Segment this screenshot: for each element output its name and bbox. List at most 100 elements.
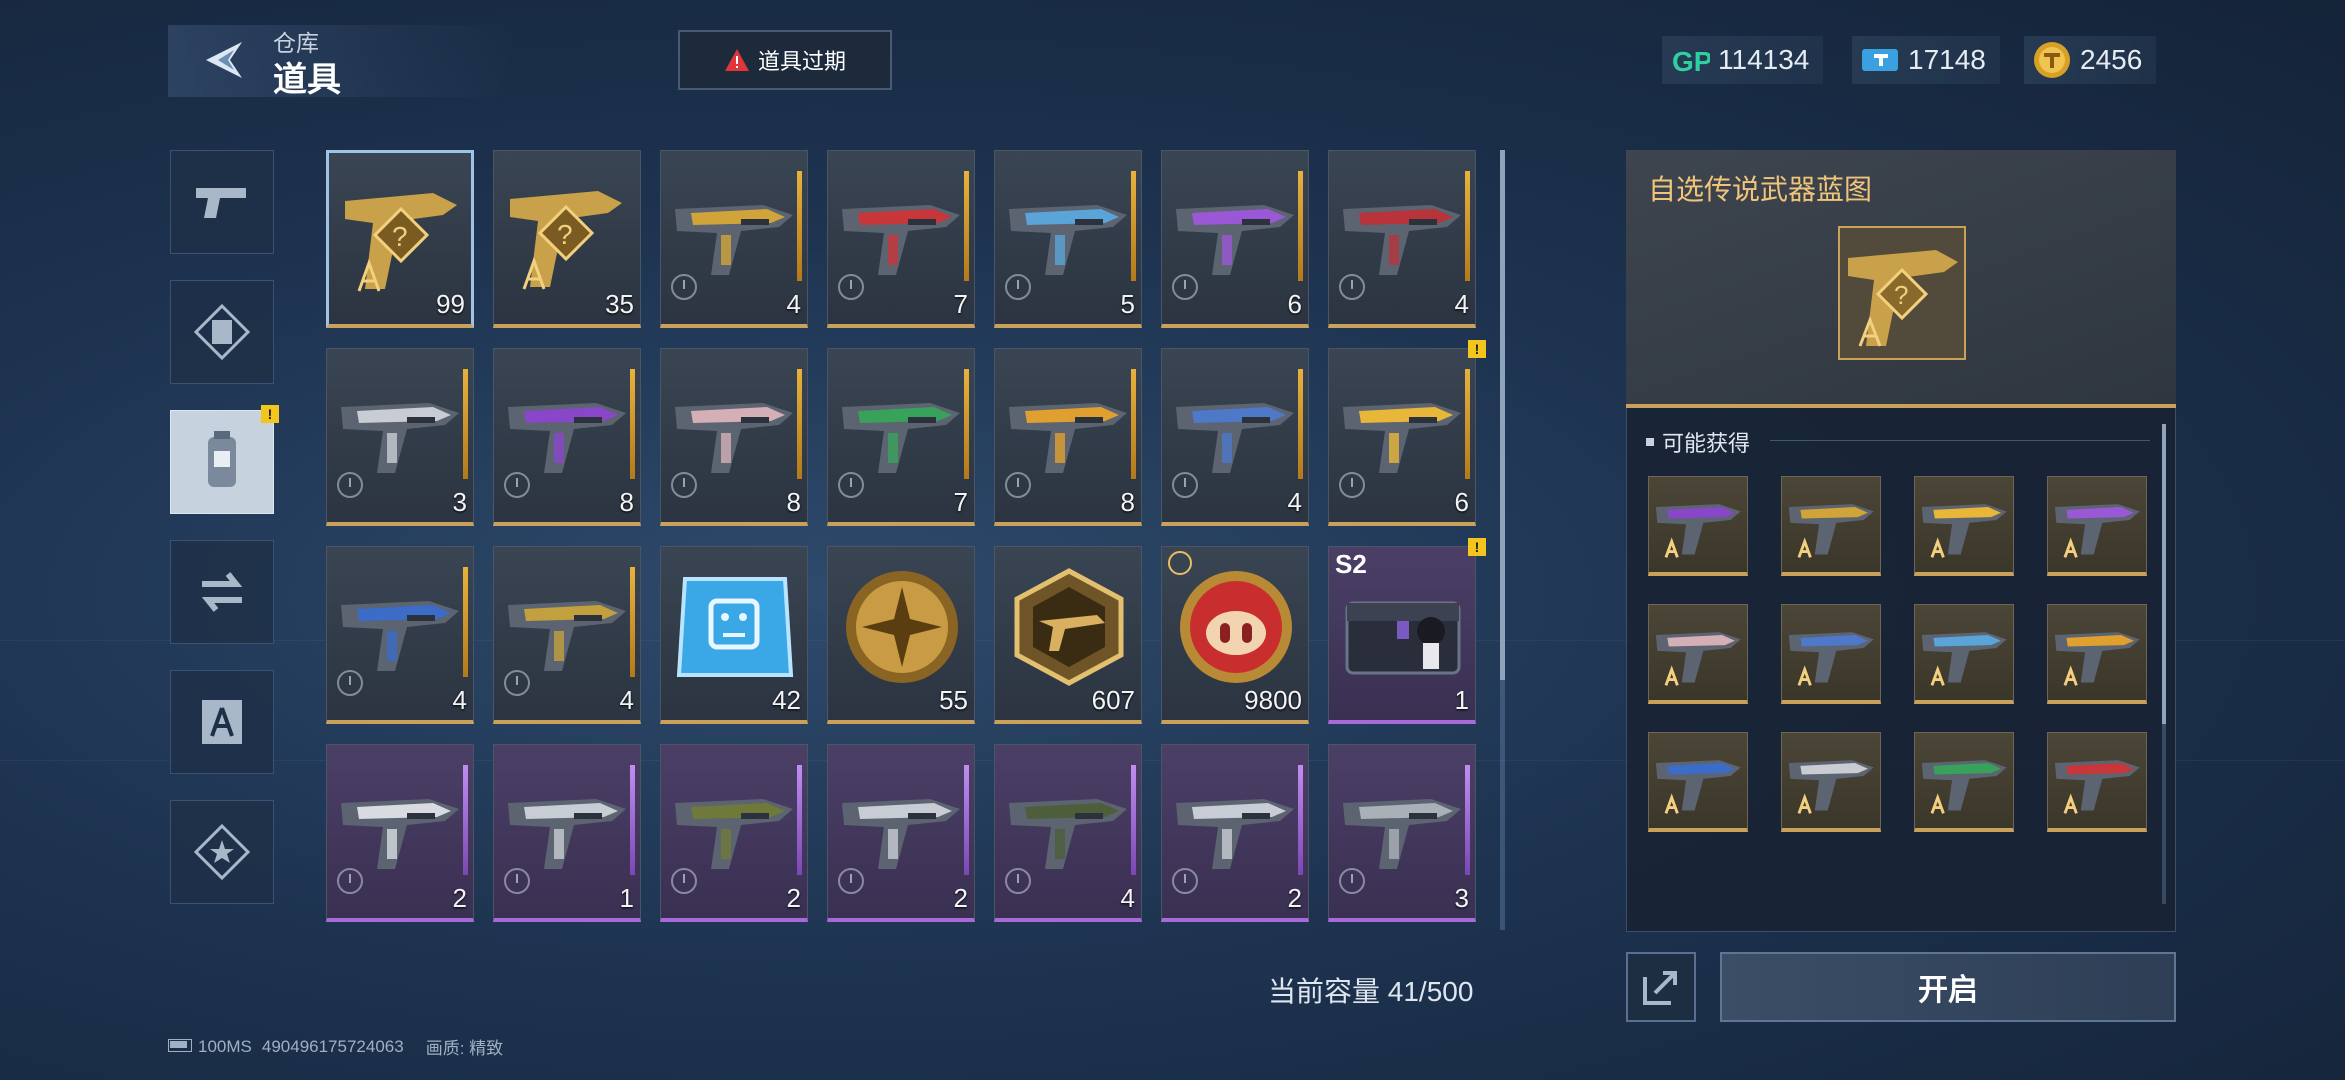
expired-items-label: 道具过期: [757, 49, 846, 74]
grid-scrollbar-thumb[interactable]: [1500, 150, 1505, 680]
tab-blueprints[interactable]: [170, 670, 274, 774]
inventory-slot[interactable]: 4: [1328, 150, 1476, 328]
inventory-slot[interactable]: 2: [827, 744, 975, 922]
weapon-icon: [337, 377, 465, 487]
quality-setting: 画质: 精致: [425, 1039, 504, 1058]
inventory-slot[interactable]: S2 1: [1328, 546, 1476, 724]
item-quantity: 2: [1287, 883, 1302, 913]
inventory-slot[interactable]: 2: [326, 744, 474, 922]
weapon-icon: [1655, 504, 1741, 558]
inventory-slot[interactable]: 4: [1161, 348, 1309, 526]
back-arrow-icon: [206, 42, 242, 78]
inventory-slot[interactable]: 6: [1161, 150, 1309, 328]
inventory-slot[interactable]: 8: [994, 348, 1142, 526]
weapon-icon: [1921, 504, 2007, 558]
weapon-icon: [337, 773, 465, 883]
season-label: S2: [1335, 549, 1367, 579]
clock-icon: [504, 670, 530, 696]
gold-coin-icon: [2034, 42, 2070, 78]
inventory-slot[interactable]: 5: [994, 150, 1142, 328]
obtainable-item[interactable]: [1648, 604, 1748, 704]
clock-icon: [838, 868, 864, 894]
inventory-slot[interactable]: 7: [827, 150, 975, 328]
inventory-slot[interactable]: 3: [1328, 744, 1476, 922]
chip-icon: [671, 565, 799, 677]
obtainable-item[interactable]: [2047, 732, 2147, 832]
obtainable-item[interactable]: [1648, 476, 1748, 576]
timer-icon: [1168, 551, 1192, 575]
weapon-icon: [2054, 760, 2140, 814]
item-quantity: 8: [786, 487, 801, 517]
weapon-icon: [504, 377, 632, 487]
obtainable-item[interactable]: [1914, 604, 2014, 704]
expired-items-button[interactable]: 道具过期: [678, 30, 892, 90]
inventory-slot[interactable]: 607: [994, 546, 1142, 724]
svg-text:?: ?: [392, 221, 408, 252]
clock-icon: [1339, 868, 1365, 894]
obtainable-item[interactable]: [1781, 604, 1881, 704]
inventory-slot[interactable]: 55: [827, 546, 975, 724]
clock-icon: [504, 472, 530, 498]
inventory-slot[interactable]: 4: [660, 150, 808, 328]
detail-title: 自选传说武器蓝图: [1648, 174, 1873, 205]
svg-text:?: ?: [1894, 280, 1908, 310]
clock-icon: [337, 670, 363, 696]
item-quantity: 4: [786, 289, 801, 319]
obtainable-scrollbar-thumb[interactable]: [2162, 424, 2166, 724]
status-bar: 100MS 490496175724063 画质: 精致: [168, 1034, 503, 1059]
svg-text:?: ?: [557, 219, 573, 250]
inventory-slot[interactable]: 4: [493, 546, 641, 724]
frame-icon: [193, 303, 251, 361]
obtainable-item[interactable]: [1781, 732, 1881, 832]
obtainable-item[interactable]: [1648, 732, 1748, 832]
tab-frames[interactable]: [170, 280, 274, 384]
obtainable-header: 可能获得: [1646, 426, 1750, 458]
weapon-icon: [504, 575, 632, 685]
obtainable-item[interactable]: [2047, 604, 2147, 704]
weapon-icon: [504, 773, 632, 883]
inventory-slot[interactable]: 4: [994, 744, 1142, 922]
rarity-bar: [797, 765, 802, 875]
item-quantity: 4: [1120, 883, 1135, 913]
weapon-icon: [1788, 632, 1874, 686]
open-button[interactable]: 开启: [1720, 952, 2176, 1022]
obtainable-item[interactable]: [1781, 476, 1881, 576]
inventory-slot[interactable]: 2: [660, 744, 808, 922]
inventory-slot[interactable]: 7: [827, 348, 975, 526]
rarity-bar: [797, 369, 802, 479]
gp-value: 114134: [1718, 44, 1810, 75]
inventory-slot[interactable]: 4: [326, 546, 474, 724]
badge-icon: [1005, 565, 1133, 686]
gp-icon: GP: [1672, 46, 1710, 77]
obtainable-item[interactable]: [1914, 476, 2014, 576]
inventory-slot[interactable]: 9800: [1161, 546, 1309, 724]
tab-favorites[interactable]: [170, 800, 274, 904]
inventory-slot[interactable]: ? 35: [493, 150, 641, 328]
new-badge: !: [261, 405, 279, 423]
inventory-slot[interactable]: 8: [660, 348, 808, 526]
ticket-icon: [1862, 49, 1898, 71]
tab-exchange[interactable]: [170, 540, 274, 644]
rarity-bar: [1465, 765, 1470, 875]
inventory-slot[interactable]: 3: [326, 348, 474, 526]
inventory-slot[interactable]: 42: [660, 546, 808, 724]
inventory-slot[interactable]: 1: [493, 744, 641, 922]
clock-icon: [1172, 868, 1198, 894]
back-button[interactable]: [196, 32, 252, 88]
item-quantity: 2: [786, 883, 801, 913]
tab-weapons[interactable]: [170, 150, 274, 254]
rarity-bar: [964, 369, 969, 479]
inventory-slot[interactable]: ? 99: [326, 150, 474, 328]
inventory-slot[interactable]: 8: [493, 348, 641, 526]
tab-consumables[interactable]: !: [170, 405, 279, 514]
blueprint-icon: ?: [502, 171, 630, 290]
inventory-slot[interactable]: 6: [1328, 348, 1476, 526]
share-button[interactable]: [1626, 952, 1696, 1022]
swap-icon: [201, 572, 243, 612]
obtainable-item[interactable]: [2047, 476, 2147, 576]
item-quantity: 7: [953, 289, 968, 319]
star-icon: [193, 823, 251, 881]
rarity-bar: [1131, 369, 1136, 479]
inventory-slot[interactable]: 2: [1161, 744, 1309, 922]
obtainable-item[interactable]: [1914, 732, 2014, 832]
